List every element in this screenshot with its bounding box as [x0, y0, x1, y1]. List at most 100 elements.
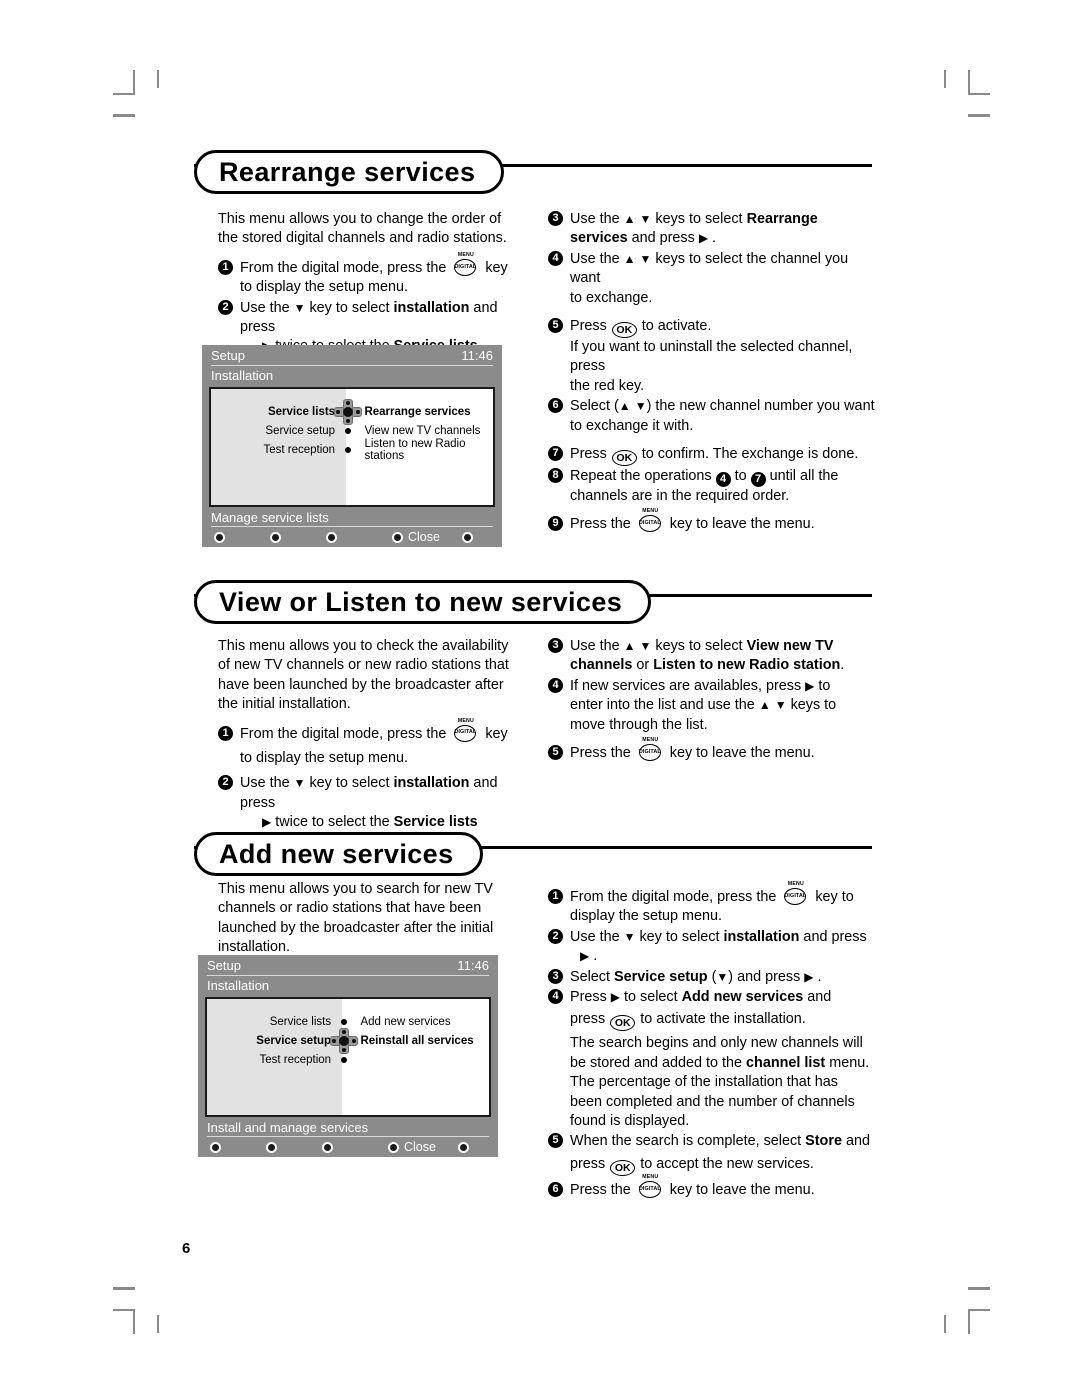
key-dot-icon [322, 1141, 333, 1153]
digital-key-ring-label: DIGITAL [638, 744, 661, 762]
add-new-step-1: 1 From the digital mode, press the MENU D… [548, 881, 888, 927]
osd-key-1[interactable] [210, 1141, 266, 1153]
osd-row-left-label: Service setup [265, 424, 336, 437]
view-listen-intro: This menu allows you to check the availa… [218, 638, 509, 713]
osd-row-right-label: Reinstall all services [360, 1034, 474, 1047]
osd-key-2[interactable] [266, 1141, 322, 1153]
osd-subtitle-bar: Installation [202, 366, 502, 385]
key-dot-icon [458, 1141, 469, 1153]
section-header-rearrange: Rearrange services [194, 150, 872, 196]
osd-key-3[interactable] [326, 531, 392, 543]
add-new-right-column: 1 From the digital mode, press the MENU D… [548, 881, 888, 1201]
digital-key-ring-label: DIGITAL [454, 724, 477, 742]
step-number: 1 [218, 259, 233, 275]
osd-row-marker [335, 446, 360, 453]
osd-key-close[interactable]: Close [392, 530, 462, 544]
step-number: 6 [548, 398, 563, 414]
step-number: 3 [548, 638, 563, 653]
step-number: 2 [548, 928, 563, 944]
step-number: 6 [548, 1181, 563, 1197]
osd-row-service-lists[interactable]: Service lists Rearrange services [211, 398, 493, 425]
step-number: 9 [548, 516, 563, 532]
osd-footer-label-bar: Manage service lists [202, 507, 502, 527]
bullet-icon [340, 1018, 347, 1025]
rearrange-step-8: 8 Repeat the operations 4 to 7 until all… [548, 467, 878, 506]
rearrange-step-5: 5 Press OK to activate. If you want to u… [548, 317, 878, 396]
ok-key-icon: OK [611, 450, 637, 467]
bullet-icon [340, 1056, 347, 1063]
key-dot-icon [462, 531, 473, 543]
rearrange-step-4: 4 Use the ▲ ▼ keys to select the channel… [548, 250, 878, 308]
key-dot-icon [266, 1141, 277, 1153]
osd-subtitle: Installation [207, 978, 270, 993]
osd-key-2[interactable] [270, 531, 326, 543]
osd-title: Setup [207, 958, 241, 973]
osd-clock: 11:46 [457, 958, 489, 973]
osd-screenshot-service-lists: Setup 11:46 Installation Service lists R… [202, 345, 502, 547]
section-header-view-listen: View or Listen to new services [194, 580, 872, 626]
osd-key-1[interactable] [214, 531, 270, 543]
osd-footer-label: Manage service lists [211, 509, 329, 525]
osd-row-left-label: Test reception [263, 443, 336, 456]
add-new-step-6: 6 Press the MENU DIGITAL key to leave the… [548, 1174, 888, 1200]
osd-row-service-setup[interactable]: Service setup Reinstall all services [207, 1027, 489, 1054]
rearrange-intro: This menu allows you to change the order… [218, 211, 507, 247]
menu-digital-key-icon: MENU DIGITAL [782, 881, 809, 906]
key-dot-icon [392, 531, 403, 543]
step-number: 4 [548, 989, 563, 1005]
osd-row-left-label: Service lists [269, 1015, 332, 1028]
add-new-step-4: 4 Press ▶ to select Add new services and… [548, 988, 888, 1131]
rearrange-step-9: 9 Press the MENU DIGITAL key to leave the… [548, 508, 878, 534]
menu-digital-key-icon: MENU DIGITAL [452, 718, 479, 743]
osd-close-label: Close [404, 1140, 436, 1154]
digital-key-ring-label: DIGITAL [638, 515, 661, 533]
key-dot-icon [388, 1141, 399, 1153]
inline-step-ref-4: 4 [715, 472, 731, 488]
osd-row-right-label: View new TV channels [364, 424, 481, 437]
step-number: 5 [548, 1133, 563, 1149]
section-title-view-listen: View or Listen to new services [194, 580, 652, 624]
view-listen-step-1: 1 From the digital mode, press the MENU D… [218, 718, 518, 769]
section-title-rearrange: Rearrange services [194, 150, 505, 194]
osd-row-left-label: Service lists [267, 405, 336, 418]
osd-row-test-reception[interactable]: Test reception [207, 1050, 489, 1069]
osd-row-test-reception[interactable]: Test reception Listen to new Radio stati… [211, 437, 493, 462]
view-listen-step-5: 5 Press the MENU DIGITAL key to leave the… [548, 737, 878, 763]
osd-row-left-label: Service setup [256, 1034, 332, 1047]
page-number: 6 [182, 1240, 191, 1257]
digital-key-ring-label: DIGITAL [638, 1180, 661, 1198]
rearrange-step-3: 3 Use the ▲ ▼ keys to select Rearrange s… [548, 210, 878, 249]
osd-row-right-label: Listen to new Radio stations [364, 437, 466, 462]
bullet-icon [344, 446, 351, 453]
osd-subtitle: Installation [211, 368, 274, 383]
osd-row-marker [331, 1018, 356, 1025]
rearrange-right-column: 3 Use the ▲ ▼ keys to select Rearrange s… [548, 210, 878, 536]
section-title-add-new: Add new services [194, 832, 483, 876]
osd-close-label: Close [408, 530, 440, 544]
osd-clock: 11:46 [461, 348, 493, 363]
osd-menu-rows: Service lists Rearrange services Service… [211, 389, 493, 462]
rearrange-step-7: 7 Press OK to confirm. The exchange is d… [548, 445, 878, 467]
osd-colorkey-bar: Close [198, 1137, 498, 1157]
add-new-step-3: 3 Select Service setup (▼) and press ▶ . [548, 968, 888, 987]
menu-digital-key-icon: MENU DIGITAL [637, 508, 664, 533]
osd-key-5[interactable] [458, 1141, 469, 1153]
rearrange-step-6: 6 Select (▲ ▼) the new channel number yo… [548, 397, 878, 436]
menu-digital-key-icon: MENU DIGITAL [452, 252, 479, 277]
menu-digital-key-icon: MENU DIGITAL [637, 737, 664, 762]
osd-title: Setup [211, 348, 245, 363]
rearrange-step-1: 1 From the digital mode, press the MENU D… [218, 252, 510, 298]
osd-key-3[interactable] [322, 1141, 388, 1153]
osd-titlebar: Setup 11:46 [198, 955, 498, 976]
osd-key-close[interactable]: Close [388, 1140, 458, 1154]
step-number: 8 [548, 468, 563, 484]
osd-panel: Service lists Rearrange services Service… [209, 387, 495, 507]
osd-footer-label: Install and manage services [207, 1119, 369, 1135]
osd-subtitle-bar: Installation [198, 976, 498, 995]
osd-key-5[interactable] [462, 531, 473, 543]
ok-key-icon: OK [611, 322, 637, 339]
key-dot-icon [210, 1141, 221, 1153]
digital-key-ring-label: DIGITAL [784, 888, 807, 905]
step-number: 7 [548, 446, 563, 462]
osd-row-marker [335, 427, 360, 434]
